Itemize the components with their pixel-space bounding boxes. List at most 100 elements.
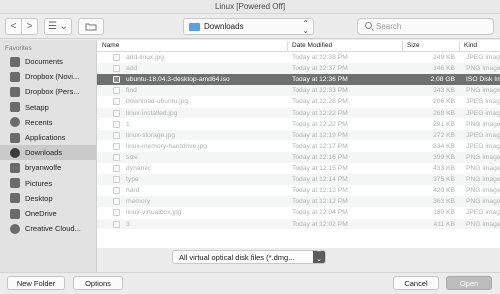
column-name[interactable]: Name [102, 42, 119, 49]
file-icon [113, 165, 120, 172]
window-title: Linux [Powered Off] [214, 2, 286, 11]
search-icon [365, 22, 372, 29]
sidebar-item-label: Desktop [25, 193, 53, 203]
file-row[interactable]: linux-virtualbox.jpg Today at 12:04 PM 180… [97, 207, 500, 218]
file-kind: PNG image [466, 165, 500, 172]
file-date-modified: Today at 12:04 PM [292, 209, 348, 217]
file-name: find [126, 87, 137, 95]
file-date-modified: Today at 12:37 PM [292, 65, 348, 73]
file-type-filter[interactable]: All virtual optical disk files (*.dmg...… [172, 250, 326, 264]
file-row[interactable]: add-linux.jpg Today at 12:38 PM 249 KB JPEG… [97, 52, 500, 63]
file-size: 399 KB [433, 153, 455, 161]
file-kind: PNG image [466, 220, 500, 228]
file-row[interactable]: 3 Today at 12:02 PM 411 KB PNG image [97, 218, 500, 230]
sidebar-item-dropbox-pers[interactable]: Dropbox (Pers... [0, 84, 96, 99]
location-popup[interactable]: Downloads ⌃ ⌄ [183, 18, 314, 35]
back-button[interactable]: < [5, 18, 22, 35]
toolbar: < > ☰ ⌄ Downloads ⌃ ⌄ Search [0, 14, 500, 39]
file-row[interactable]: size Today at 12:16 PM 399 KB PNG image [97, 151, 500, 163]
sidebar-item-label: Recents [25, 117, 53, 127]
file-kind: PNG image [466, 198, 500, 206]
file-icon [113, 187, 120, 195]
sidebar-item-documents[interactable]: Documents [0, 54, 96, 69]
sidebar-item-label: Pictures [25, 178, 53, 188]
file-row[interactable]: hard Today at 12:13 PM 420 KB PNG image [97, 185, 500, 196]
file-kind: JPEG image [466, 209, 500, 217]
sidebar-item-desktop[interactable]: Desktop [0, 191, 96, 206]
file-kind: PNG image [466, 153, 500, 161]
file-row[interactable]: memory Today at 12:12 PM 363 KB PNG image [97, 196, 500, 207]
chevron-updown-icon: ⌃ ⌄ [302, 19, 309, 35]
file-icon [113, 65, 120, 73]
clock-icon [10, 117, 20, 128]
sidebar-item-recents[interactable]: Recents [0, 115, 96, 130]
file-row[interactable]: linux-installed.jpg Today at 12:22 PM 268 … [97, 107, 500, 119]
file-row[interactable]: linux-memory-harddrive.jpg Today at 12:17… [97, 141, 500, 152]
file-date-modified: Today at 12:02 PM [292, 220, 348, 228]
file-date-modified: Today at 12:36 PM [292, 76, 348, 84]
search-field[interactable]: Search [357, 18, 494, 35]
sidebar-item-dropbox-novi[interactable]: Dropbox (Novi... [0, 69, 96, 84]
file-size: 375 KB [433, 176, 455, 184]
new-folder-button[interactable]: New Folder [7, 276, 65, 290]
view-options-button[interactable]: ☰ ⌄ [44, 18, 72, 35]
file-icon [113, 176, 120, 184]
forward-button[interactable]: > [21, 18, 38, 35]
file-kind: JPEG image [466, 98, 500, 106]
file-name: ubuntu-18.04.3-desktop-amd64.iso [126, 76, 230, 84]
sidebar-item-label: bryanwolfe [25, 163, 62, 173]
sidebar-item-pictures[interactable]: Pictures [0, 176, 96, 191]
download-icon [10, 147, 20, 158]
file-row[interactable]: find Today at 12:33 PM 343 KB PNG image [97, 85, 500, 96]
dropbox-icon [10, 71, 20, 82]
file-icon [113, 153, 120, 161]
sidebar-item-creative-cloud[interactable]: Creative Cloud... [0, 221, 96, 236]
file-name: linux-installed.jpg [126, 109, 178, 117]
file-icon [113, 54, 120, 61]
file-icon [113, 98, 120, 106]
file-date-modified: Today at 12:22 PM [292, 120, 348, 128]
file-row[interactable]: ubuntu-18.04.3-desktop-amd64.iso Today at… [97, 74, 500, 85]
file-row[interactable]: linux-storage.jpg Today at 12:19 PM 272 KB… [97, 129, 500, 141]
file-row[interactable]: dynamic Today at 12:15 PM 433 KB PNG image [97, 163, 500, 174]
file-list[interactable]: Name Date Modified Size Kind add-linux.j… [97, 40, 500, 248]
file-date-modified: Today at 12:38 PM [292, 54, 348, 61]
file-kind: PNG image [466, 187, 500, 195]
column-size[interactable]: Size [407, 42, 420, 49]
new-folder-icon-button[interactable] [78, 18, 104, 35]
file-row[interactable]: download-ubuntu.jpg Today at 12:28 PM 206 … [97, 96, 500, 107]
sidebar-item-applications[interactable]: Applications [0, 130, 96, 145]
file-size: 334 KB [433, 142, 455, 150]
file-row[interactable]: 1 Today at 12:22 PM 291 KB PNG image [97, 119, 500, 130]
sidebar-item-downloads[interactable]: Downloads [0, 145, 96, 161]
location-label: Downloads [204, 22, 244, 31]
file-date-modified: Today at 12:13 PM [292, 187, 348, 195]
sidebar-item-label: Creative Cloud... [25, 224, 81, 234]
file-name: memory [126, 198, 151, 206]
filter-bar: All virtual optical disk files (*.dmg...… [97, 248, 500, 272]
file-kind: JPEG image [466, 142, 500, 150]
file-date-modified: Today at 12:28 PM [292, 98, 348, 106]
file-row[interactable]: type Today at 12:14 PM 375 KB PNG image [97, 174, 500, 185]
sidebar-item-onedrive[interactable]: OneDrive [0, 206, 96, 221]
sidebar-item-label: Dropbox (Novi... [25, 72, 80, 82]
cancel-button[interactable]: Cancel [393, 276, 439, 290]
file-kind: PNG image [466, 87, 500, 95]
file-name: add [126, 65, 138, 73]
sidebar-item-setapp[interactable]: Setapp [0, 100, 96, 115]
file-date-modified: Today at 12:16 PM [292, 153, 348, 161]
options-button[interactable]: Options [73, 276, 123, 290]
file-date-modified: Today at 12:14 PM [292, 176, 348, 184]
file-date-modified: Today at 12:15 PM [292, 165, 348, 172]
dropbox-icon [10, 86, 20, 97]
sidebar-item-label: Setapp [25, 102, 49, 112]
file-icon [113, 198, 120, 206]
column-kind[interactable]: Kind [464, 42, 477, 49]
open-button[interactable]: Open [446, 276, 492, 290]
folder-icon [189, 23, 200, 31]
column-date-modified[interactable]: Date Modified [292, 42, 332, 49]
sidebar-item-bryanwolfe[interactable]: bryanwolfe [0, 160, 96, 175]
file-name: linux-virtualbox.jpg [126, 209, 182, 217]
file-row[interactable]: add Today at 12:37 PM 146 KB PNG image [97, 63, 500, 74]
file-name: size [126, 153, 138, 161]
